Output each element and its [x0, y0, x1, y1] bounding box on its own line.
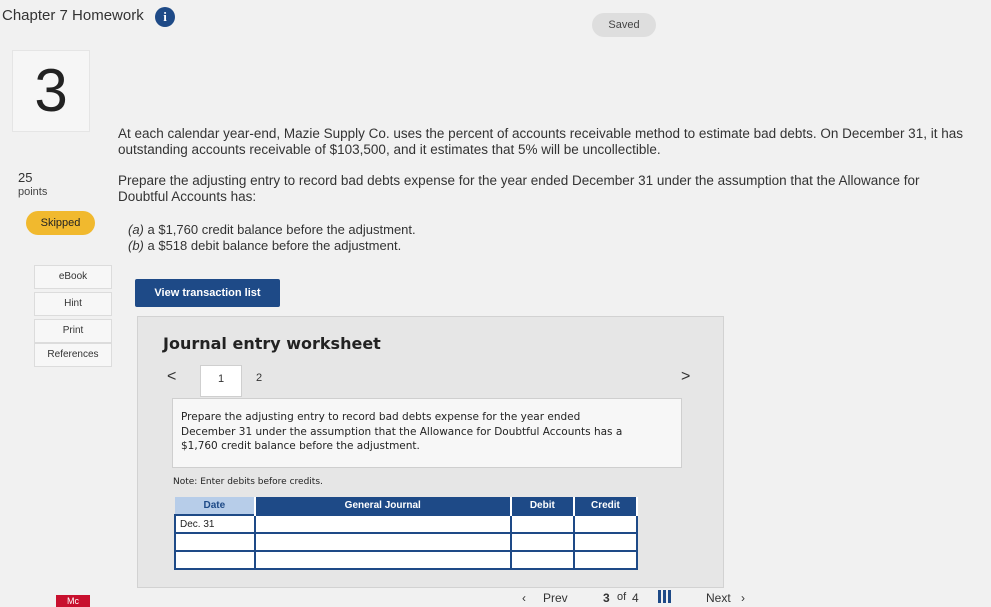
- hint-button[interactable]: Hint: [34, 292, 112, 316]
- table-row: Dec. 31: [174, 514, 639, 534]
- print-button[interactable]: Print: [34, 319, 112, 343]
- account-cell[interactable]: [253, 532, 512, 552]
- question-text: At each calendar year-end, Mazie Supply …: [118, 126, 968, 220]
- points-value: 25: [18, 170, 33, 185]
- part-a: (a) a $1,760 credit balance before the a…: [128, 222, 416, 238]
- saved-status-badge: Saved: [592, 13, 656, 37]
- column-header-general-journal: General Journal: [254, 497, 512, 515]
- page-current: 3: [603, 591, 610, 605]
- question-number: 3: [12, 50, 90, 132]
- table-row: [174, 532, 639, 552]
- date-cell[interactable]: Dec. 31: [174, 514, 256, 534]
- worksheet-tab-2[interactable]: 2: [256, 365, 276, 395]
- part-a-text: a $1,760 credit balance before the adjus…: [143, 222, 416, 237]
- prev-question-button[interactable]: Prev: [543, 591, 568, 605]
- ebook-button[interactable]: eBook: [34, 265, 112, 289]
- account-cell[interactable]: [253, 514, 512, 534]
- assignment-title: Chapter 7 Homework: [2, 7, 144, 24]
- question-parts: (a) a $1,760 credit balance before the a…: [128, 222, 416, 254]
- next-chevron-icon[interactable]: ›: [741, 591, 745, 605]
- question-paragraph-1: At each calendar year-end, Mazie Supply …: [118, 126, 963, 157]
- references-button[interactable]: References: [34, 343, 112, 367]
- page-total: 4: [632, 591, 639, 605]
- credit-cell[interactable]: [572, 514, 639, 534]
- debit-cell[interactable]: [509, 550, 575, 570]
- part-b-label: (b): [128, 238, 144, 253]
- part-a-label: (a): [128, 222, 144, 237]
- worksheet-next-arrow-icon[interactable]: >: [681, 368, 690, 386]
- next-question-button[interactable]: Next: [706, 591, 731, 605]
- mcgraw-hill-logo: Mc: [56, 595, 90, 607]
- question-paragraph-2: Prepare the adjusting entry to record ba…: [118, 173, 920, 204]
- worksheet-title: Journal entry worksheet: [163, 334, 381, 353]
- column-header-credit: Credit: [573, 497, 639, 515]
- credit-cell[interactable]: [572, 550, 639, 570]
- account-cell[interactable]: [253, 550, 512, 570]
- journal-entry-table: Date General Journal Debit Credit Dec. 3…: [174, 497, 639, 570]
- credit-cell[interactable]: [572, 532, 639, 552]
- skipped-status-badge: Skipped: [26, 211, 95, 235]
- date-cell[interactable]: [174, 532, 256, 552]
- debit-cell[interactable]: [509, 514, 575, 534]
- worksheet-tab-1[interactable]: 1: [200, 365, 242, 397]
- info-icon[interactable]: i: [155, 7, 175, 27]
- part-b: (b) a $518 debit balance before the adju…: [128, 238, 416, 254]
- worksheet-prev-arrow-icon[interactable]: <: [167, 368, 176, 386]
- question-grid-icon[interactable]: [658, 590, 671, 603]
- prev-chevron-icon[interactable]: ‹: [522, 591, 526, 605]
- debit-cell[interactable]: [509, 532, 575, 552]
- entry-note: Note: Enter debits before credits.: [173, 477, 323, 487]
- column-header-date: Date: [175, 497, 256, 515]
- column-header-debit: Debit: [510, 497, 575, 515]
- page-of: of: [617, 591, 627, 603]
- view-transaction-list-button[interactable]: View transaction list: [135, 279, 280, 307]
- top-bar: Chapter 7 Homework i Saved: [0, 0, 991, 37]
- part-b-text: a $518 debit balance before the adjustme…: [143, 238, 402, 253]
- points-label: points: [18, 186, 48, 198]
- date-cell[interactable]: [174, 550, 256, 570]
- worksheet-prompt: Prepare the adjusting entry to record ba…: [181, 411, 623, 452]
- table-row: [174, 550, 639, 570]
